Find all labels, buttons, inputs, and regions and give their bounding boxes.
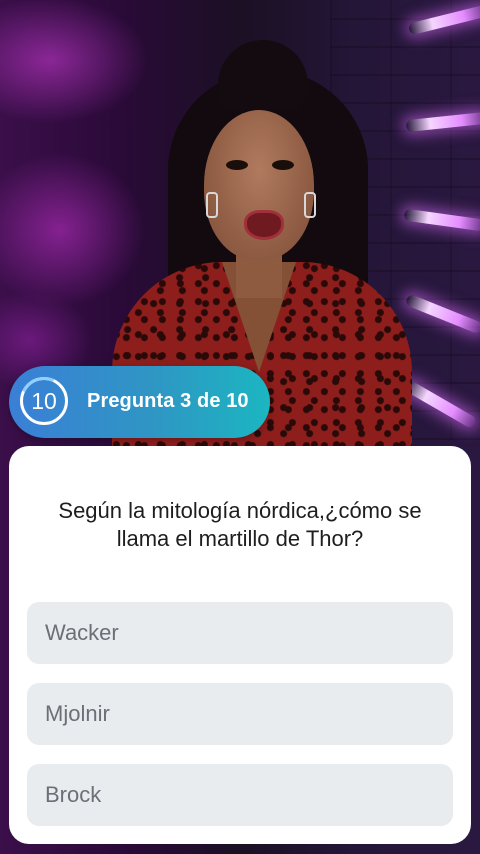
presenter-earring bbox=[304, 192, 316, 218]
question-progress-label: Pregunta 3 de 10 bbox=[87, 390, 249, 412]
presenter-ponytail bbox=[218, 40, 308, 110]
presenter-eye bbox=[226, 160, 248, 170]
answer-label: Mjolnir bbox=[45, 701, 110, 726]
answer-option-1[interactable]: Wacker bbox=[27, 602, 453, 664]
answer-label: Wacker bbox=[45, 620, 119, 645]
answer-label: Brock bbox=[45, 782, 102, 807]
presenter-mouth bbox=[244, 210, 284, 240]
question-text: Según la mitología nórdica,¿cómo se llam… bbox=[58, 498, 422, 551]
answer-option-2[interactable]: Mjolnir bbox=[27, 683, 453, 745]
presenter-eye bbox=[272, 160, 294, 170]
presenter-earring bbox=[206, 192, 218, 218]
answer-option-3[interactable]: Brock bbox=[27, 764, 453, 826]
